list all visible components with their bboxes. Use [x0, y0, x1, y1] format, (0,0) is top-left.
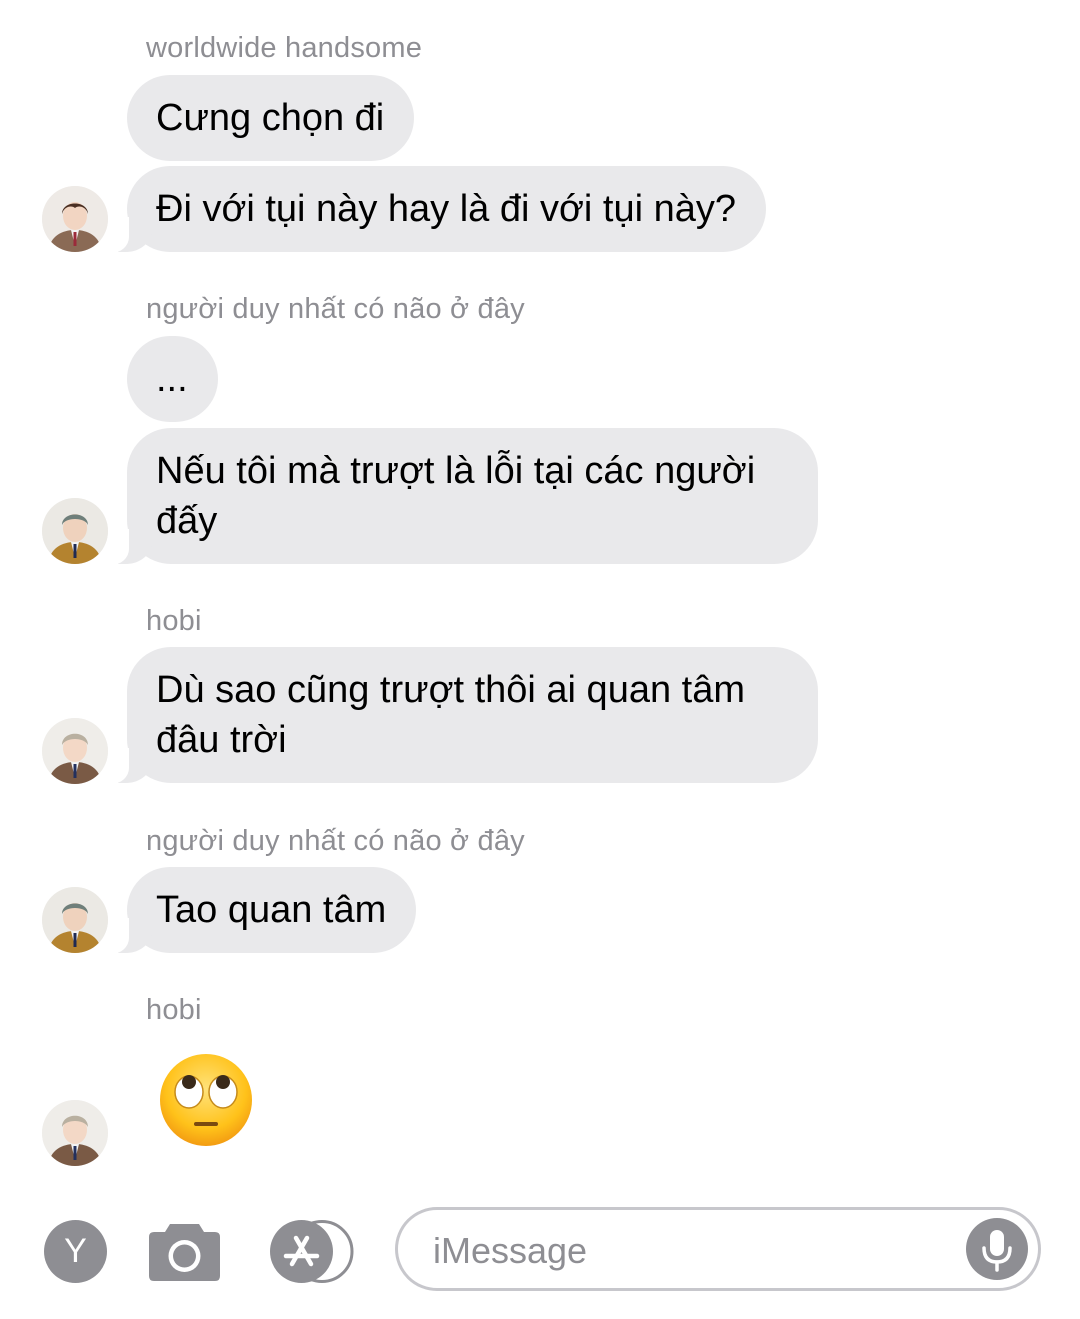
sender-name: người duy nhất có não ở đây — [146, 825, 525, 857]
sender-name: người duy nhất có não ở đây — [146, 293, 525, 325]
message-bubble[interactable]: Cưng chọn đi — [127, 75, 415, 161]
app-store-icon[interactable] — [270, 1220, 356, 1283]
message-input[interactable]: iMessage — [395, 1207, 1041, 1291]
message-text: Nếu tôi mà trượt là lỗi tại các người đấ… — [156, 450, 756, 542]
input-placeholder: iMessage — [433, 1230, 588, 1271]
message-bubble[interactable]: Tao quan tâm — [106, 867, 417, 954]
profile-button[interactable]: Y — [44, 1220, 107, 1283]
sender-name: worldwide handsome — [146, 32, 423, 64]
microphone-icon[interactable] — [966, 1218, 1028, 1280]
message-text: Tao quan tâm — [156, 889, 387, 931]
message-text: Dù sao cũng trượt thôi ai quan tâm đâu t… — [156, 669, 745, 761]
avatar[interactable] — [42, 186, 108, 252]
message-text: Đi với tụi này hay là đi với tụi này? — [156, 188, 736, 230]
sender-name: hobi — [146, 605, 202, 637]
message-bubble[interactable]: Dù sao cũng trượt thôi ai quan tâm đâu t… — [107, 647, 818, 784]
camera-icon[interactable] — [148, 1220, 221, 1282]
avatar[interactable] — [42, 498, 108, 564]
eye-roll-emoji[interactable] — [158, 1052, 254, 1148]
message-text: ... — [156, 358, 188, 400]
message-bubble[interactable]: Đi với tụi này hay là đi với tụi này? — [107, 166, 766, 253]
message-bubble[interactable]: ... — [127, 336, 218, 422]
profile-initial: Y — [64, 1232, 87, 1270]
avatar[interactable] — [42, 887, 108, 953]
message-bubble[interactable]: Nếu tôi mà trượt là lỗi tại các người đấ… — [107, 428, 818, 565]
message-text: Cưng chọn đi — [156, 97, 385, 139]
avatar[interactable] — [42, 1100, 108, 1166]
sender-name: hobi — [146, 994, 202, 1026]
avatar[interactable] — [42, 718, 108, 784]
